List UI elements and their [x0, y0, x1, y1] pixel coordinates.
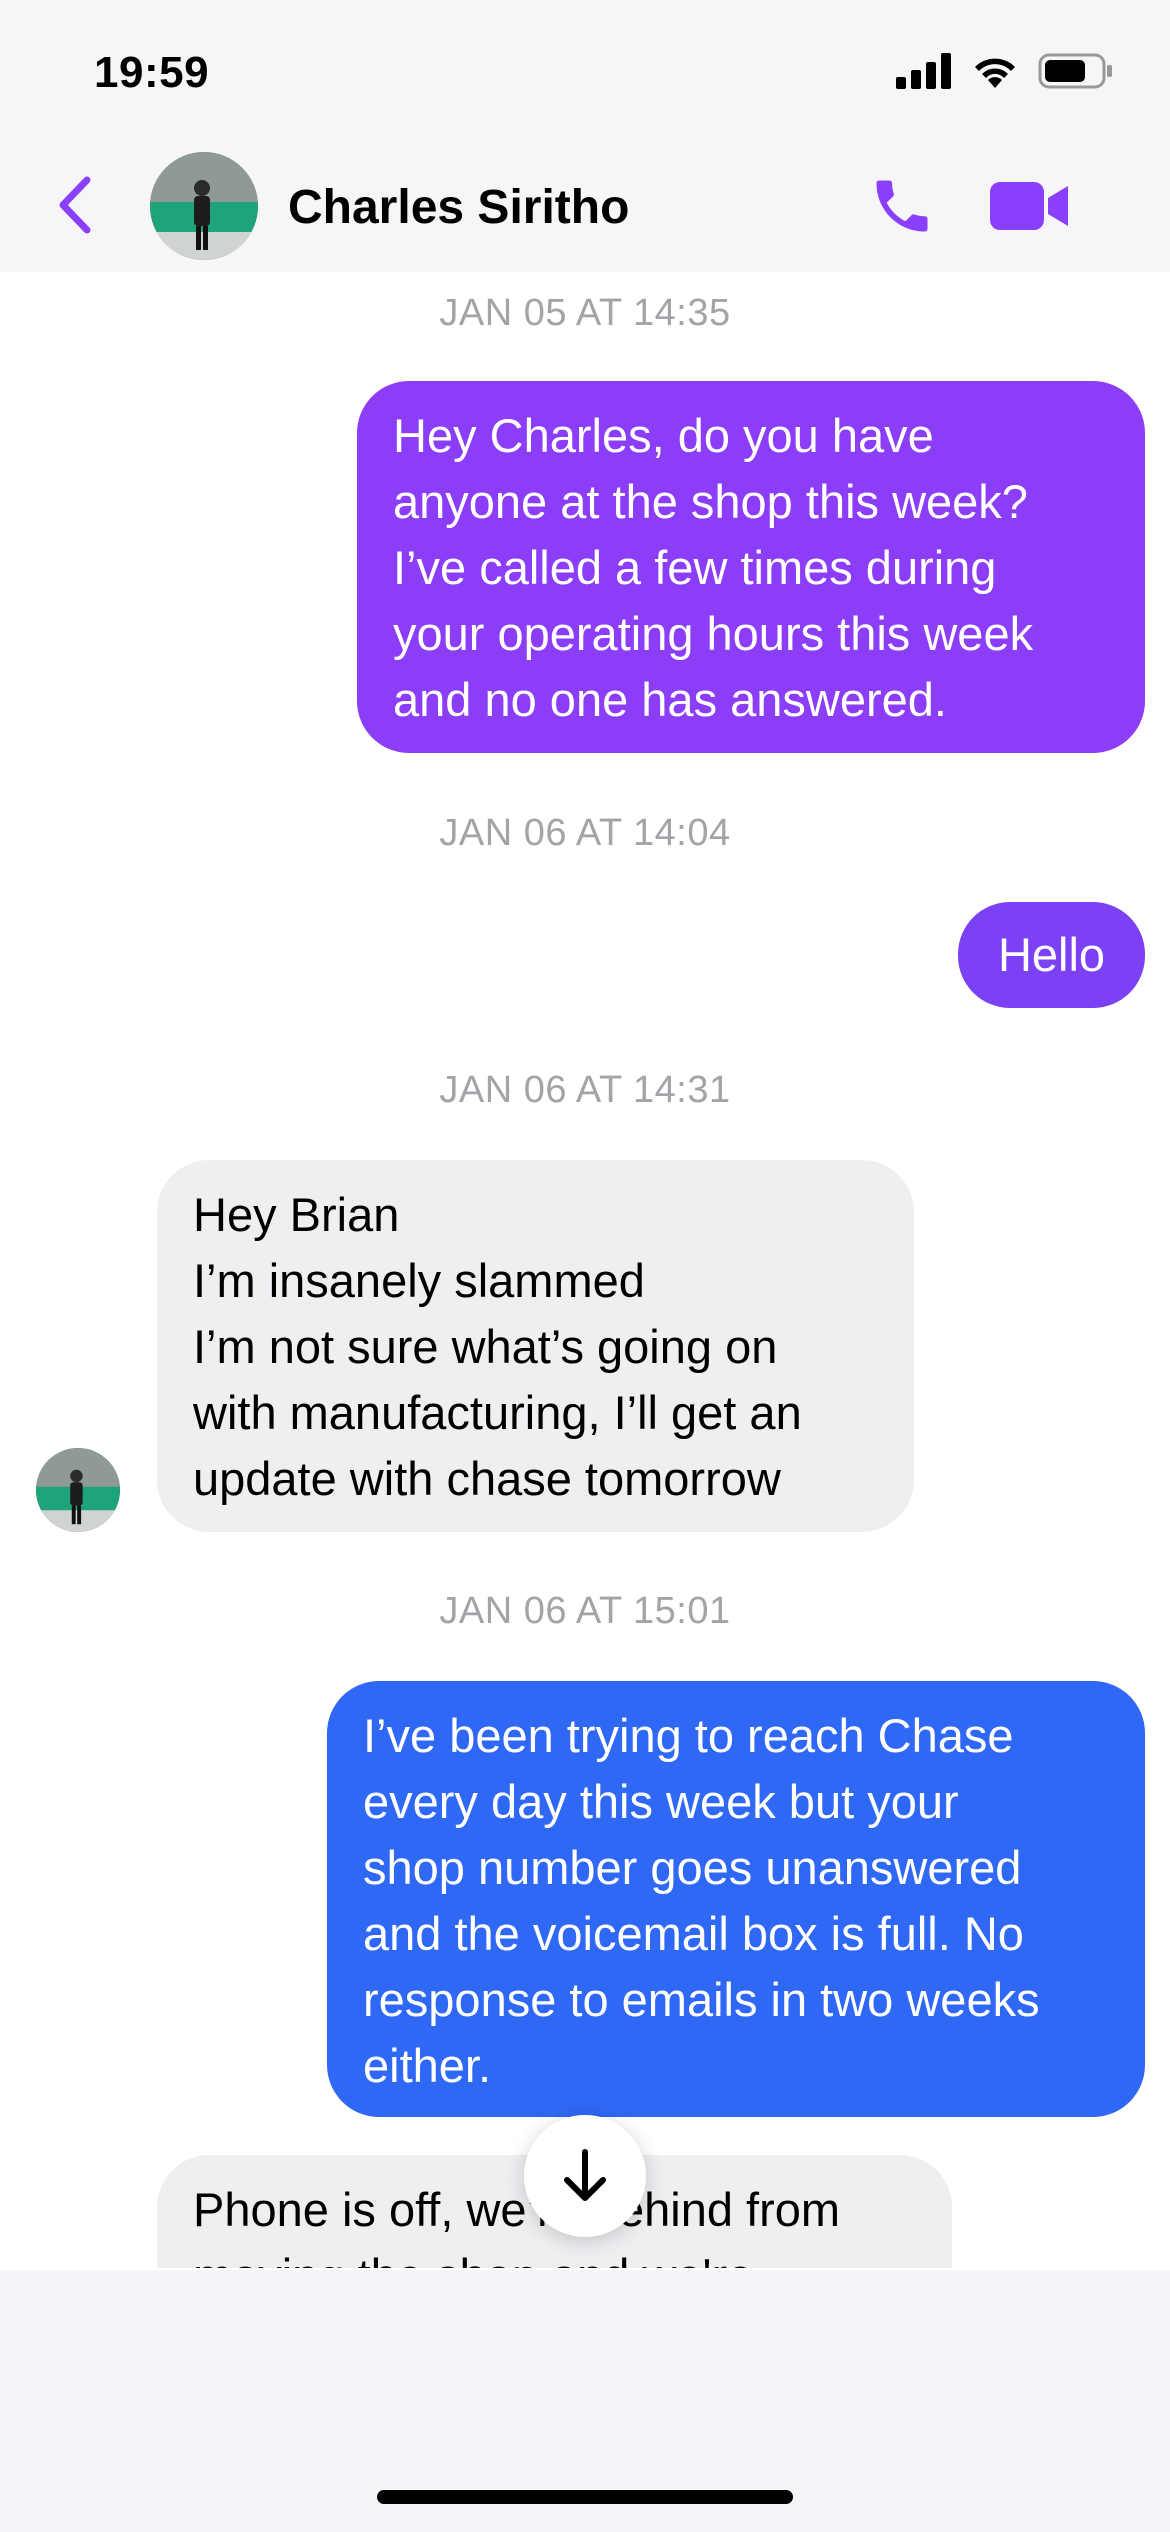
message-line: I’m not sure what’s going on [193, 1320, 778, 1373]
message-line: Hey Charles, do you have [393, 409, 934, 462]
timestamp: JAN 05 AT 14:35 [439, 292, 731, 334]
wifi-icon [975, 58, 1015, 88]
scroll-to-bottom-button[interactable] [524, 2115, 646, 2237]
message-line: shop number goes unanswered [363, 1841, 1022, 1894]
message-line: moving the shop and we're [193, 2243, 916, 2268]
message-line: anyone at the shop this week? [393, 475, 1028, 528]
message-line: Hey Brian [193, 1188, 400, 1241]
message-line: I’ve been trying to reach Chase [363, 1709, 1014, 1762]
outgoing-message[interactable]: Hello [958, 902, 1145, 1008]
status-time: 19:59 [94, 48, 210, 97]
outgoing-message[interactable]: Hey Charles, do you have anyone at the s… [357, 381, 1145, 753]
contact-name[interactable]: Charles Siritho [288, 180, 629, 235]
chevron-left-icon [59, 176, 91, 234]
incoming-message[interactable]: Hey Brian I’m insanely slammed I’m not s… [157, 1160, 914, 1532]
phone-icon [876, 180, 928, 232]
timestamp: JAN 06 AT 14:04 [439, 812, 731, 854]
back-button[interactable] [50, 170, 100, 240]
message-line: response to emails in two weeks [363, 1973, 1040, 2026]
signal-icon [896, 53, 951, 89]
avatar-photo [36, 1448, 120, 1532]
message-line: either. [363, 2039, 492, 2092]
message-line: and the voicemail box is full. No [363, 1907, 1024, 1960]
battery-icon [1038, 53, 1112, 89]
message-line: your operating hours this week [393, 607, 1034, 660]
message-line: I’ve called a few times during [393, 541, 997, 594]
arrow-down-icon [564, 2149, 606, 2201]
message-list[interactable]: JAN 05 AT 14:35 Hey Charles, do you have… [0, 272, 1170, 2268]
video-call-button[interactable] [990, 176, 1070, 236]
avatar-photo [150, 152, 258, 260]
timestamp: JAN 06 AT 14:31 [439, 1069, 731, 1111]
contact-avatar[interactable] [150, 152, 258, 260]
message-line: I’m insanely slammed [193, 1254, 645, 1307]
outgoing-message[interactable]: I’ve been trying to reach Chase every da… [327, 1681, 1145, 2117]
video-camera-icon [990, 182, 1068, 230]
status-icons [896, 52, 1114, 90]
voice-call-button[interactable] [866, 170, 938, 242]
home-indicator[interactable] [377, 2490, 793, 2504]
message-line: with manufacturing, I’ll get an [193, 1386, 802, 1439]
conversation-header: 19:59 Charles Siritho [0, 0, 1170, 272]
message-line: update with chase tomorrow [193, 1452, 781, 1505]
sender-avatar[interactable] [36, 1448, 120, 1532]
message-line: and no one has answered. [393, 673, 947, 726]
timestamp: JAN 06 AT 15:01 [439, 1590, 731, 1632]
message-line: every day this week but your [363, 1775, 959, 1828]
message-line: Hello [997, 928, 1106, 981]
